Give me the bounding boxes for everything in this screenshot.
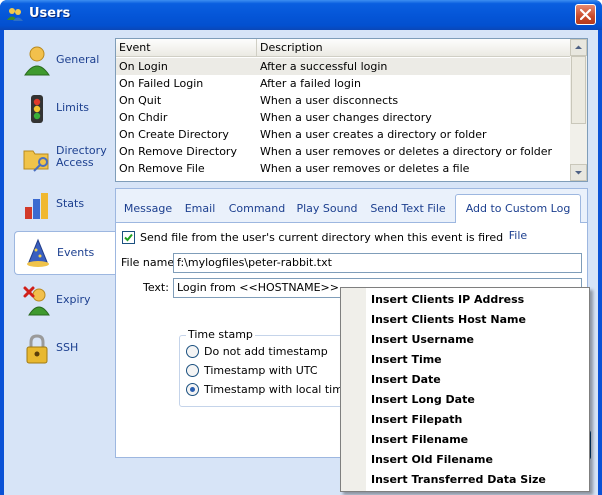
- sidebar-item-ssh[interactable]: SSH: [14, 327, 114, 371]
- event-row-on-failed-login[interactable]: On Failed Login After a failed login: [116, 75, 571, 92]
- sidebar-item-directory-access[interactable]: Directory Access: [14, 135, 114, 179]
- event-row-on-remove-file[interactable]: On Remove File When a user removes or de…: [116, 160, 571, 177]
- event-description: After a failed login: [260, 77, 361, 90]
- column-header-description[interactable]: Description: [257, 39, 571, 57]
- radio-timestamp-local-label: Timestamp with local time: [204, 383, 350, 396]
- menu-item-insert-old-filename[interactable]: Insert Old Filename: [371, 450, 493, 470]
- radio-no-timestamp[interactable]: [186, 345, 199, 358]
- event-name: On Chdir: [119, 111, 168, 124]
- user-icon: [24, 46, 50, 76]
- tab-play-sound[interactable]: Play Sound: [294, 197, 360, 223]
- sidebar-item-label: Events: [57, 246, 95, 259]
- sidebar: General Limits Directory Access Stats Ev…: [14, 35, 115, 465]
- tab-send-text-file[interactable]: Send Text File: [366, 197, 450, 223]
- timestamp-group: Time stamp Do not add timestamp Timestam…: [179, 328, 350, 407]
- chevron-down-icon: [575, 171, 582, 175]
- event-description: When a user changes directory: [260, 111, 432, 124]
- scroll-up-button[interactable]: [570, 39, 587, 56]
- sidebar-item-limits[interactable]: Limits: [14, 87, 114, 131]
- menu-item-insert-filepath[interactable]: Insert Filepath: [371, 410, 462, 430]
- sidebar-item-events[interactable]: Events: [14, 231, 115, 275]
- events-scrollbar[interactable]: [570, 39, 587, 181]
- text-label: Text:: [143, 281, 169, 294]
- event-row-on-login[interactable]: On Login After a successful login: [116, 58, 571, 75]
- event-row-on-chdir[interactable]: On Chdir When a user changes directory: [116, 109, 571, 126]
- menu-item-insert-long-date[interactable]: Insert Long Date: [371, 390, 475, 410]
- sidebar-item-label: Directory Access: [56, 145, 107, 169]
- sidebar-item-label: Expiry: [56, 293, 91, 306]
- radio-timestamp-local[interactable]: [186, 383, 199, 396]
- file-name-field[interactable]: f:\mylogfiles\peter-rabbit.txt: [173, 253, 582, 273]
- event-name: On Quit: [119, 94, 162, 107]
- event-description: When a user disconnects: [260, 94, 399, 107]
- event-description: When a user removes or deletes a directo…: [260, 145, 553, 158]
- menu-item-insert-date[interactable]: Insert Date: [371, 370, 441, 390]
- title-bar[interactable]: Users: [0, 0, 602, 30]
- scroll-thumb[interactable]: [571, 56, 586, 124]
- menu-item-insert-username[interactable]: Insert Username: [371, 330, 474, 350]
- tab-email[interactable]: Email: [180, 197, 220, 223]
- send-from-current-dir-label: Send file from the user's current direct…: [140, 231, 504, 244]
- event-name: On Remove File: [119, 162, 205, 175]
- events-list-header: Event Description: [116, 39, 571, 57]
- sidebar-item-label: SSH: [56, 341, 79, 354]
- scroll-down-button[interactable]: [570, 164, 587, 181]
- tab-add-to-custom-log-file[interactable]: Add to Custom Log File: [455, 194, 581, 242]
- chart-icon: [25, 193, 48, 219]
- sidebar-item-label: Limits: [56, 101, 89, 114]
- sidebar-item-label: Stats: [56, 197, 85, 210]
- events-list-body: On Login After a successful login On Fai…: [116, 58, 571, 181]
- event-name: On Failed Login: [119, 77, 204, 90]
- event-row-on-remove-directory[interactable]: On Remove Directory When a user removes …: [116, 143, 571, 160]
- event-name: On Login: [119, 60, 168, 73]
- checkmark-icon: [124, 233, 133, 242]
- folder-key-icon: [23, 150, 49, 172]
- radio-no-timestamp-label: Do not add timestamp: [204, 345, 328, 358]
- event-name: On Create Directory: [119, 128, 229, 141]
- event-description: After a successful login: [260, 60, 388, 73]
- user-expired-icon: [23, 286, 50, 316]
- sidebar-item-stats[interactable]: Stats: [14, 183, 114, 227]
- wizard-icon: [27, 238, 49, 267]
- sidebar-item-expiry[interactable]: Expiry: [14, 279, 114, 323]
- traffic-light-icon: [31, 95, 43, 123]
- event-row-on-create-directory[interactable]: On Create Directory When a user creates …: [116, 126, 571, 143]
- event-description: When a user removes or deletes a file: [260, 162, 470, 175]
- window-title: Users: [29, 6, 71, 21]
- send-from-current-dir-checkbox[interactable]: [122, 231, 135, 244]
- events-list[interactable]: Event Description On Login After a succe…: [115, 38, 588, 182]
- event-row-on-quit[interactable]: On Quit When a user disconnects: [116, 92, 571, 109]
- close-icon: [580, 9, 591, 20]
- window-close-button[interactable]: [575, 4, 596, 25]
- file-name-label: File name:: [121, 256, 178, 269]
- users-app-icon: [7, 8, 23, 21]
- timestamp-legend: Time stamp: [186, 328, 255, 341]
- radio-timestamp-utc-label: Timestamp with UTC: [204, 364, 318, 377]
- menu-item-insert-transferred-data-size[interactable]: Insert Transferred Data Size: [371, 470, 546, 490]
- sidebar-item-label: General: [56, 53, 100, 66]
- menu-item-insert-clients-host-name[interactable]: Insert Clients Host Name: [371, 310, 526, 330]
- label-line-2: Access: [56, 156, 94, 169]
- radio-timestamp-utc[interactable]: [186, 364, 199, 377]
- menu-item-insert-clients-ip-address[interactable]: Insert Clients IP Address: [371, 290, 524, 310]
- lock-icon: [26, 334, 48, 364]
- chevron-up-icon: [575, 45, 582, 49]
- tab-command[interactable]: Command: [226, 197, 288, 223]
- insert-variable-context-menu: Insert Clients IP Address Insert Clients…: [340, 287, 590, 492]
- tab-message[interactable]: Message: [122, 197, 174, 223]
- event-name: On Remove Directory: [119, 145, 237, 158]
- context-menu-gutter: [341, 288, 366, 491]
- column-header-event[interactable]: Event: [116, 39, 257, 57]
- menu-item-insert-filename[interactable]: Insert Filename: [371, 430, 468, 450]
- event-description: When a user creates a directory or folde…: [260, 128, 487, 141]
- sidebar-item-general[interactable]: General: [14, 39, 114, 83]
- menu-item-insert-time[interactable]: Insert Time: [371, 350, 442, 370]
